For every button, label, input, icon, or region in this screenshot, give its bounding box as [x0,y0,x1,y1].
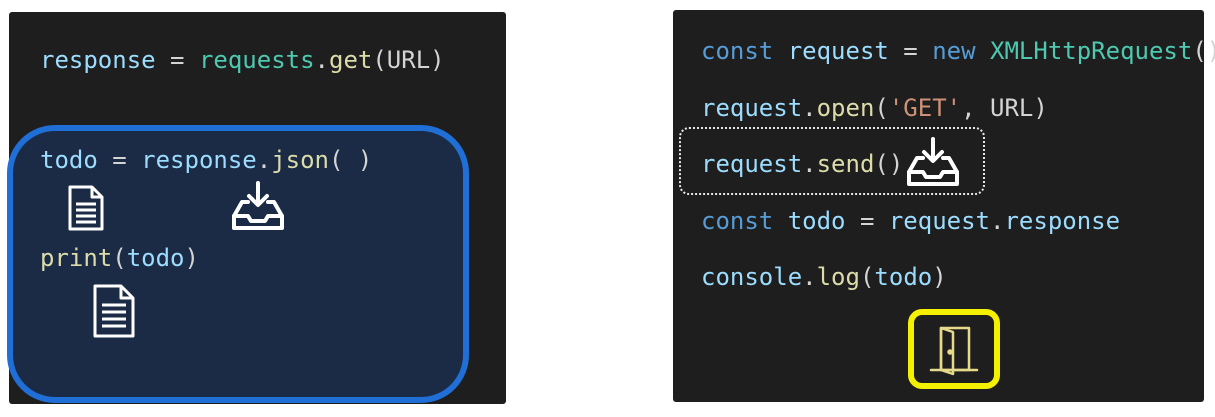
code-line-print: print(todo) [40,243,199,273]
code-token: ) [184,244,199,272]
code-token: = [888,37,933,65]
code-token: 'GET' [888,94,962,122]
code-token: (URL) [372,46,445,74]
code-token: todo [787,207,846,235]
inbox-download-icon [232,181,284,230]
code-token: requests [198,46,315,74]
code-token: ( ) [329,146,373,174]
document-icon [93,284,135,338]
code-token: ( [859,263,875,291]
code-token: . [802,150,817,178]
document-icon [68,185,104,231]
code-token: response [141,146,257,174]
code-line-const-request: const request = new XMLHttpRequest() [701,36,1215,66]
code-token: todo [40,146,98,174]
code-token: request [888,207,991,235]
code-token: request [701,94,803,122]
code-token: = [97,146,142,174]
code-token: () [874,150,904,178]
code-token: () [1192,37,1215,65]
code-token: new [932,37,976,65]
code-token: ( [874,94,889,122]
inbox-download-icon [907,137,959,186]
code-token: open [816,94,875,122]
code-token: response [40,46,156,74]
code-line-console-log: console.log(todo) [701,262,947,292]
code-line-const-todo: const todo = request.response [701,206,1120,236]
code-token: todo [874,263,933,291]
code-token: console [701,263,803,291]
code-token: . [314,46,329,74]
code-token: , URL) [961,94,1048,122]
code-token: = [845,207,889,235]
code-line-response: response = requests.get(URL) [40,45,445,75]
code-token: get [329,46,373,74]
code-token: request [701,150,803,178]
code-token: = [155,46,199,74]
code-token: const [701,207,774,235]
code-line-send: request.send() [701,149,903,179]
code-token: XMLHttpRequest [990,37,1193,65]
code-token: json [271,146,329,174]
code-line-todo: todo = response.json( ) [40,145,372,175]
code-token: const [701,37,774,65]
code-token: request [787,37,889,65]
code-token: . [802,263,817,291]
code-token: . [256,146,272,174]
code-token: ) [932,263,947,291]
code-token: print [40,244,113,272]
code-token: send [816,150,875,178]
code-token: todo [126,244,185,272]
code-token: response [1004,207,1121,235]
open-door-icon [929,326,979,376]
code-token: . [802,94,817,122]
code-token: log [816,263,860,291]
code-token: . [990,207,1005,235]
code-token: ( [112,244,127,272]
code-line-open: request.open('GET', URL) [701,93,1048,123]
